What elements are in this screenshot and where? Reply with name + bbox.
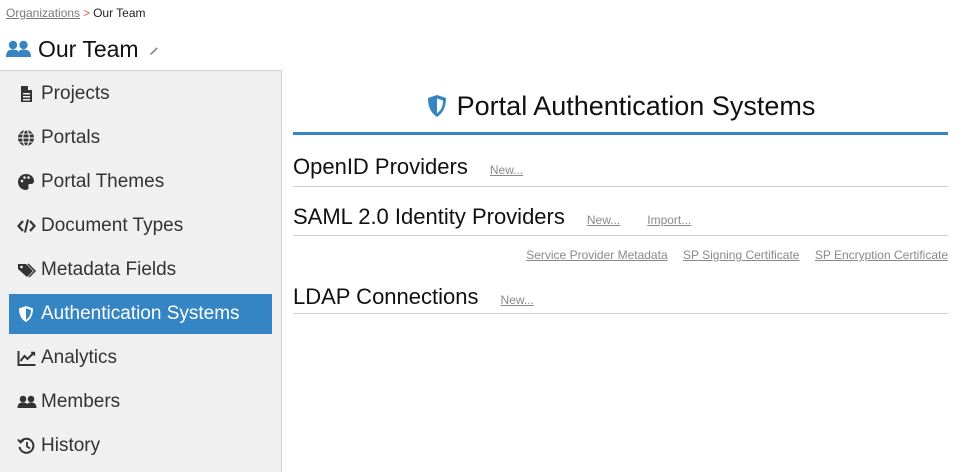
sidebar-item-label: History: [41, 435, 101, 456]
saml-import-link[interactable]: Import...: [647, 213, 691, 227]
sidebar-item-history[interactable]: History: [9, 426, 272, 466]
sidebar-item-document-types[interactable]: Document Types: [9, 206, 272, 246]
sp-signing-certificate-link[interactable]: SP Signing Certificate: [683, 248, 800, 262]
breadcrumb-organizations-link[interactable]: Organizations: [6, 6, 80, 20]
sidebar-item-authentication-systems[interactable]: Authentication Systems: [9, 294, 272, 334]
shield-icon: [19, 306, 33, 322]
sidebar-item-members[interactable]: Members: [9, 382, 272, 422]
sidebar-item-analytics[interactable]: Analytics: [9, 338, 272, 378]
shield-icon: [427, 95, 446, 117]
palette-icon: [18, 174, 34, 190]
sidebar-item-metadata-fields[interactable]: Metadata Fields: [9, 250, 272, 290]
ldap-connections-heading: LDAP Connections: [293, 284, 479, 309]
title-divider: [293, 132, 948, 135]
sidebar-item-label: Analytics: [41, 347, 118, 368]
team-title: Our Team: [38, 35, 139, 62]
service-provider-metadata-link[interactable]: Service Provider Metadata: [526, 248, 667, 262]
sidebar-item-label: Members: [41, 391, 121, 412]
pencil-icon[interactable]: [148, 45, 160, 57]
page-title-text: Portal Authentication Systems: [456, 90, 816, 121]
sidebar-item-label: Authentication Systems: [41, 303, 240, 324]
breadcrumb: Organizations > Our Team: [6, 6, 146, 20]
saml-new-link[interactable]: New...: [587, 213, 620, 227]
openid-new-link[interactable]: New...: [490, 163, 523, 177]
users-icon: [17, 395, 37, 408]
tags-icon: [18, 263, 37, 278]
sidebar-item-label: Portal Themes: [41, 171, 165, 192]
sidebar-item-projects[interactable]: Projects: [9, 74, 272, 114]
sidebar: Projects Portals Portal Themes Document …: [0, 70, 282, 472]
openid-providers-heading: OpenID Providers: [293, 154, 468, 179]
sidebar-item-label: Metadata Fields: [41, 259, 177, 280]
ldap-new-link[interactable]: New...: [501, 293, 534, 307]
chart-line-icon: [17, 351, 36, 366]
page-title: Portal Authentication Systems: [293, 84, 948, 128]
globe-icon: [18, 129, 34, 147]
ldap-connections-section: LDAP Connections New...: [293, 284, 948, 314]
code-icon: [17, 219, 36, 233]
history-icon: [17, 437, 35, 454]
breadcrumb-separator: >: [83, 6, 91, 20]
team-header: Our Team: [5, 34, 160, 64]
users-icon: [6, 40, 31, 57]
sidebar-item-label: Portals: [41, 127, 101, 148]
saml-sp-links: Service Provider Metadata SP Signing Cer…: [514, 248, 948, 262]
sp-encryption-certificate-link[interactable]: SP Encryption Certificate: [815, 248, 948, 262]
file-icon: [21, 86, 32, 102]
saml-providers-section: SAML 2.0 Identity Providers New... Impor…: [293, 204, 948, 236]
openid-providers-section: OpenID Providers New...: [293, 154, 948, 187]
sidebar-item-portal-themes[interactable]: Portal Themes: [9, 162, 272, 202]
sidebar-item-label: Projects: [41, 83, 110, 104]
sidebar-item-label: Document Types: [41, 215, 184, 236]
breadcrumb-current: Our Team: [93, 6, 146, 20]
saml-providers-heading: SAML 2.0 Identity Providers: [293, 204, 565, 229]
sidebar-item-portals[interactable]: Portals: [9, 118, 272, 158]
